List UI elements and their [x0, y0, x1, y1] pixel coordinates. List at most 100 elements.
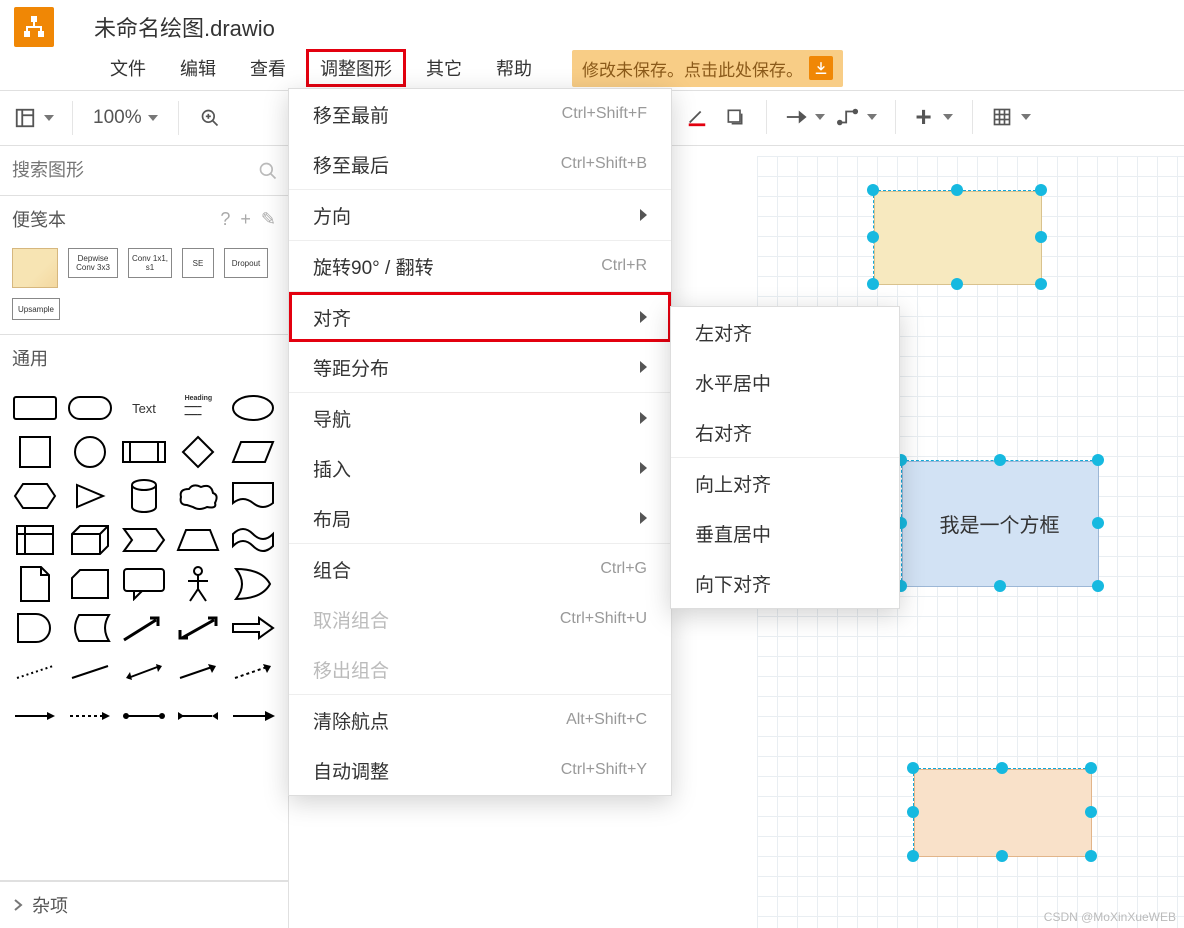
waypoint-button[interactable] — [833, 100, 881, 134]
submenu-item[interactable]: 水平居中 — [671, 357, 899, 407]
shape-round-rect[interactable] — [64, 389, 114, 427]
resize-handle[interactable] — [1035, 231, 1047, 243]
menu-view[interactable]: 查看 — [236, 49, 300, 87]
shape-or[interactable] — [228, 565, 278, 603]
resize-handle[interactable] — [867, 184, 879, 196]
shape-arrow-line[interactable] — [173, 653, 223, 691]
resize-handle[interactable] — [996, 762, 1008, 774]
shape-line[interactable] — [64, 653, 114, 691]
resize-handle[interactable] — [867, 278, 879, 290]
shape-dashed-arrow[interactable] — [228, 653, 278, 691]
shape-note[interactable] — [10, 565, 60, 603]
line-color-button[interactable] — [680, 100, 714, 134]
shape-parallelogram[interactable] — [228, 433, 278, 471]
shape-text[interactable]: Text — [119, 389, 169, 427]
menu-item[interactable]: 旋转90° / 翻转Ctrl+R — [289, 241, 671, 291]
shape-data-storage[interactable] — [64, 609, 114, 647]
shape-callout[interactable] — [119, 565, 169, 603]
zoom-dropdown[interactable]: 100% — [87, 107, 164, 129]
shape-trapezoid[interactable] — [173, 521, 223, 559]
resize-handle[interactable] — [1035, 278, 1047, 290]
help-icon[interactable]: ? — [220, 209, 230, 230]
menu-item[interactable]: 组合Ctrl+G — [289, 544, 671, 594]
shape-connector-2[interactable] — [64, 697, 114, 735]
shape-tape[interactable] — [228, 521, 278, 559]
shape-cylinder[interactable] — [119, 477, 169, 515]
resize-handle[interactable] — [1092, 454, 1104, 466]
misc-section[interactable]: 杂项 — [0, 881, 288, 928]
scratchpad-item[interactable]: Dropout — [224, 248, 268, 278]
shape-hexagon[interactable] — [10, 477, 60, 515]
resize-handle[interactable] — [1085, 850, 1097, 862]
app-logo[interactable] — [14, 7, 54, 47]
resize-handle[interactable] — [1092, 580, 1104, 592]
shape-rect[interactable] — [10, 389, 60, 427]
search-input[interactable] — [10, 154, 258, 187]
shape-cloud[interactable] — [173, 477, 223, 515]
shape-connector-3[interactable] — [119, 697, 169, 735]
shape-actor[interactable] — [173, 565, 223, 603]
resize-handle[interactable] — [996, 850, 1008, 862]
search-icon[interactable] — [258, 161, 278, 181]
shape-process[interactable] — [119, 433, 169, 471]
menu-item[interactable]: 导航 — [289, 393, 671, 443]
shape-and[interactable] — [10, 609, 60, 647]
resize-handle[interactable] — [951, 184, 963, 196]
resize-handle[interactable] — [1085, 762, 1097, 774]
submenu-item[interactable]: 左对齐 — [671, 307, 899, 357]
scratchpad-item[interactable]: Conv 1x1, s1 — [128, 248, 172, 278]
resize-handle[interactable] — [994, 580, 1006, 592]
resize-handle[interactable] — [907, 806, 919, 818]
shape-heading[interactable]: Heading━━━━━━━━ — [173, 389, 223, 427]
edit-icon[interactable]: ✎ — [261, 209, 276, 230]
scratchpad-item[interactable] — [12, 248, 58, 288]
menu-item[interactable]: 布局 — [289, 493, 671, 543]
shape-connector-5[interactable] — [228, 697, 278, 735]
shape-internal-storage[interactable] — [10, 521, 60, 559]
menu-item[interactable]: 清除航点Alt+Shift+C — [289, 695, 671, 745]
shape-document[interactable] — [228, 477, 278, 515]
add-icon[interactable]: + — [240, 209, 251, 230]
menu-edit[interactable]: 编辑 — [166, 49, 230, 87]
shape-circle[interactable] — [64, 433, 114, 471]
selected-shape[interactable]: 我是一个方框 — [901, 460, 1098, 586]
shape-step[interactable] — [119, 521, 169, 559]
submenu-item[interactable]: 向下对齐 — [671, 558, 899, 608]
resize-handle[interactable] — [1085, 806, 1097, 818]
shape-arrow-outline[interactable] — [228, 609, 278, 647]
menu-item[interactable]: 移至最前Ctrl+Shift+F — [289, 89, 671, 139]
view-mode-button[interactable] — [10, 101, 58, 135]
unsaved-changes-bar[interactable]: 修改未保存。点击此处保存。 — [572, 50, 843, 87]
shape-connector-1[interactable] — [10, 697, 60, 735]
table-button[interactable] — [987, 100, 1035, 134]
shape-card[interactable] — [64, 565, 114, 603]
shape-ellipse[interactable] — [228, 389, 278, 427]
selected-shape[interactable] — [873, 190, 1041, 284]
resize-handle[interactable] — [994, 454, 1006, 466]
shape-arrow-thick[interactable] — [119, 609, 169, 647]
resize-handle[interactable] — [1035, 184, 1047, 196]
menu-item[interactable]: 等距分布 — [289, 342, 671, 392]
scratchpad-item[interactable]: Upsample — [12, 298, 60, 320]
menu-file[interactable]: 文件 — [96, 49, 160, 87]
resize-handle[interactable] — [951, 278, 963, 290]
submenu-item[interactable]: 垂直居中 — [671, 508, 899, 558]
shape-triangle[interactable] — [64, 477, 114, 515]
shape-square[interactable] — [10, 433, 60, 471]
shape-connector-4[interactable] — [173, 697, 223, 735]
shape-dashed-line[interactable] — [10, 653, 60, 691]
menu-help[interactable]: 帮助 — [482, 49, 546, 87]
menu-item[interactable]: 移至最后Ctrl+Shift+B — [289, 139, 671, 189]
submenu-item[interactable]: 右对齐 — [671, 407, 899, 457]
document-title[interactable]: 未命名绘图.drawio — [94, 11, 275, 43]
resize-handle[interactable] — [907, 762, 919, 774]
selected-shape[interactable] — [913, 768, 1091, 856]
insert-button[interactable]: + — [910, 100, 958, 134]
resize-handle[interactable] — [907, 850, 919, 862]
resize-handle[interactable] — [867, 231, 879, 243]
zoom-in-button[interactable] — [193, 101, 227, 135]
menu-item[interactable]: 自动调整Ctrl+Shift+Y — [289, 745, 671, 795]
shape-bidi-arrow-thick[interactable] — [173, 609, 223, 647]
shape-diamond[interactable] — [173, 433, 223, 471]
menu-item[interactable]: 插入 — [289, 443, 671, 493]
